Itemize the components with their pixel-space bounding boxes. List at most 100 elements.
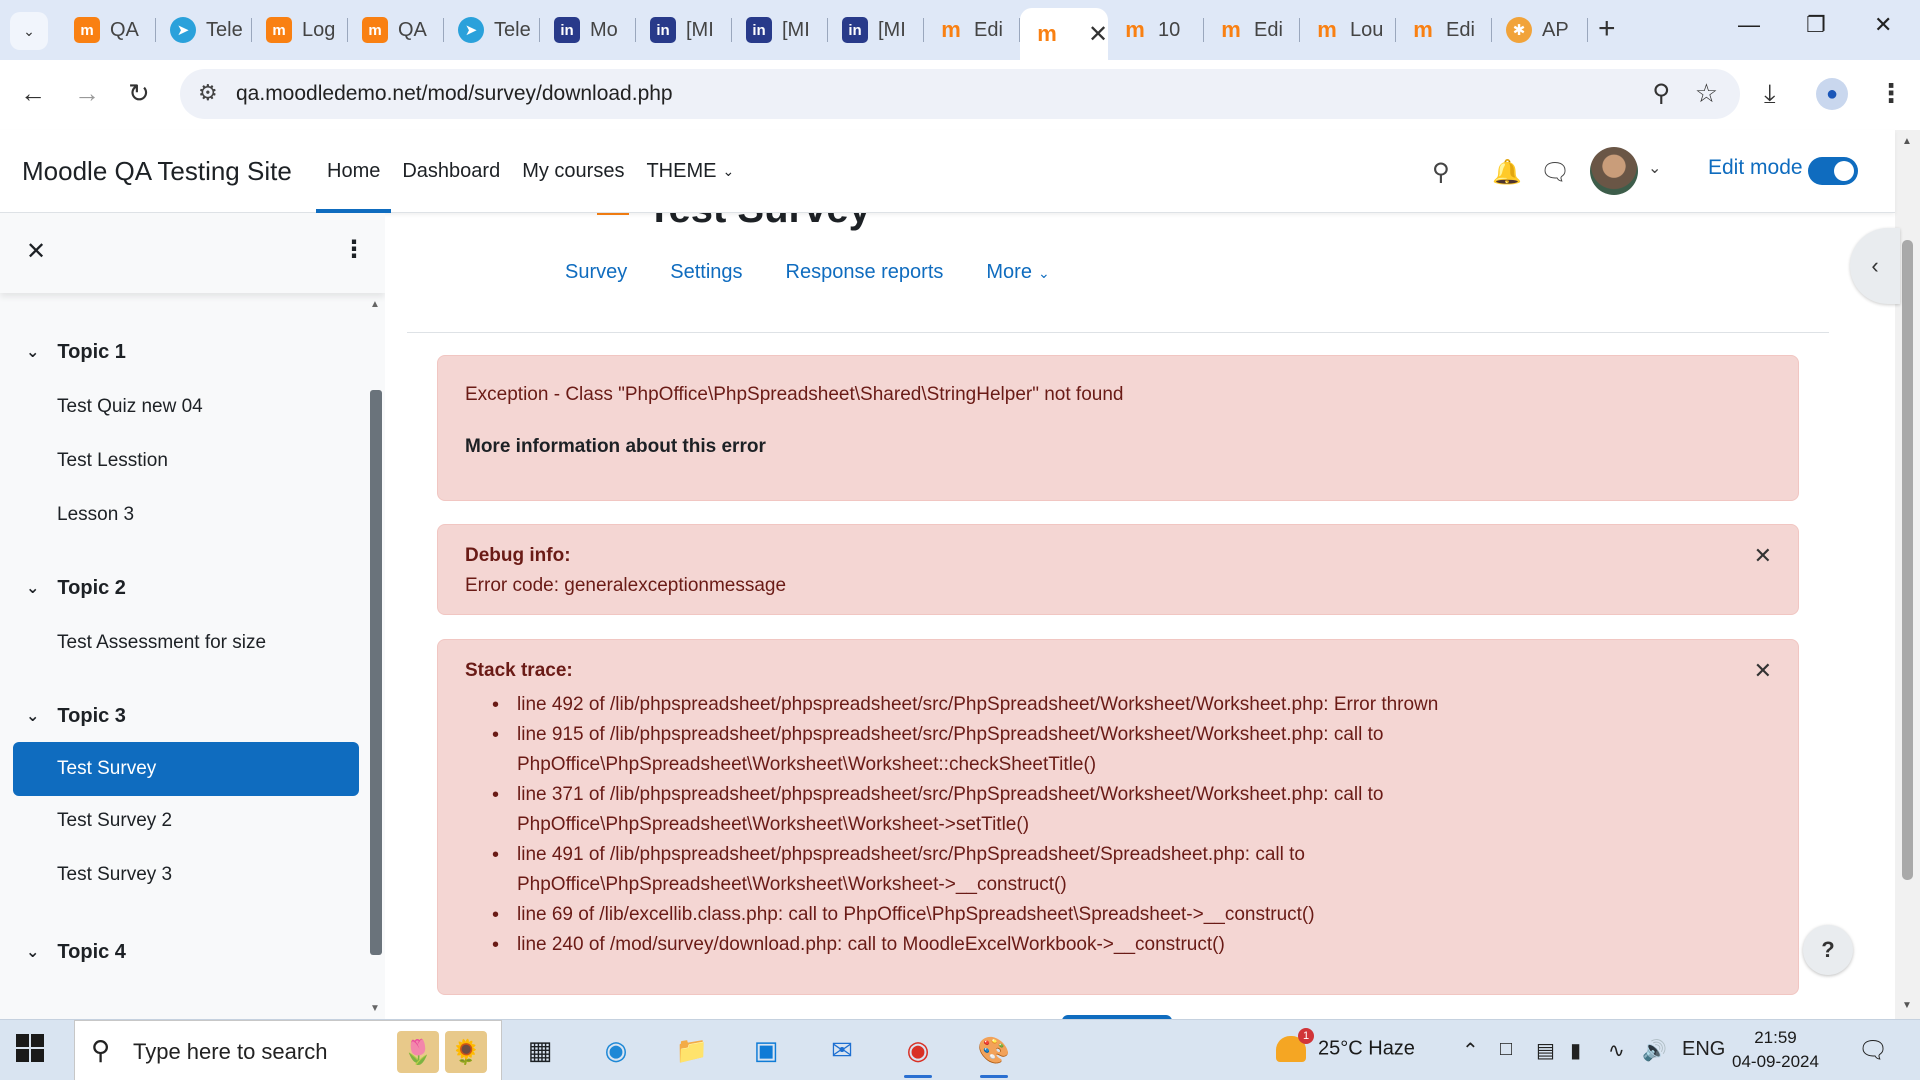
tab-more[interactable]: More ⌄ bbox=[986, 261, 1049, 284]
device-icon[interactable]: ▤ bbox=[1536, 1038, 1555, 1063]
error-message: Exception - Class "PhpOffice\PhpSpreadsh… bbox=[465, 384, 1124, 405]
kebab-menu-icon[interactable]: ⋮ bbox=[342, 235, 366, 264]
file-explorer-icon[interactable]: 📁 bbox=[672, 1030, 712, 1070]
nav-dashboard[interactable]: Dashboard bbox=[391, 130, 511, 213]
edit-mode-toggle[interactable] bbox=[1808, 157, 1858, 185]
notifications-bell-icon[interactable]: 🔔 bbox=[1492, 158, 1522, 187]
moodle-cap-favicon-icon: m bbox=[1317, 17, 1337, 42]
tab-label: [MI bbox=[686, 18, 714, 41]
scroll-up-arrow-icon[interactable]: ▲ bbox=[1902, 136, 1912, 147]
site-name[interactable]: Moodle QA Testing Site bbox=[22, 156, 292, 187]
language-indicator[interactable]: ENG bbox=[1682, 1038, 1725, 1061]
browser-tab[interactable]: m QA bbox=[348, 10, 444, 50]
url-text[interactable]: qa.moodledemo.net/mod/survey/download.ph… bbox=[236, 82, 673, 106]
chevron-up-icon[interactable]: ⌃ bbox=[1462, 1038, 1479, 1063]
browser-tab[interactable]: ➤ Tele bbox=[156, 10, 252, 50]
browser-tab[interactable]: ✱ AP bbox=[1492, 10, 1588, 50]
chevron-down-icon[interactable]: ⌄ bbox=[1648, 158, 1661, 178]
stack-trace-item: line 371 of /lib/phpspreadsheet/phpsprea… bbox=[492, 780, 1752, 840]
more-info-link[interactable]: More information about this error bbox=[465, 436, 766, 458]
close-icon[interactable]: ✕ bbox=[1754, 658, 1772, 684]
topic-3-header[interactable]: ⌄ Topic 3 bbox=[26, 701, 126, 731]
nav-my-courses[interactable]: My courses bbox=[511, 130, 635, 213]
minimize-button[interactable]: — bbox=[1738, 12, 1760, 38]
topic-name: Topic 2 bbox=[57, 576, 126, 599]
browser-tab[interactable]: m 10 bbox=[1108, 10, 1204, 50]
close-icon[interactable]: ✕ bbox=[26, 237, 46, 266]
browser-tab[interactable]: in [MI bbox=[732, 10, 828, 50]
windows-start-icon[interactable] bbox=[16, 1034, 44, 1062]
download-icon[interactable]: ⤓ bbox=[1764, 78, 1776, 110]
restore-button[interactable]: ❐ bbox=[1806, 12, 1826, 38]
topic-1-header[interactable]: ⌄ Topic 1 bbox=[26, 337, 126, 367]
paint-icon[interactable]: 🎨 bbox=[974, 1030, 1014, 1078]
search-icon[interactable]: ⚲ bbox=[1432, 158, 1450, 187]
course-index-item[interactable]: Test Quiz new 04 bbox=[57, 396, 203, 418]
meet-now-icon[interactable]: □ bbox=[1500, 1038, 1512, 1061]
nav-theme[interactable]: THEME ⌄ bbox=[635, 130, 745, 213]
volume-icon[interactable]: 🔊 bbox=[1642, 1038, 1667, 1063]
nav-home[interactable]: Home bbox=[316, 130, 392, 213]
taskbar-search-box[interactable]: ⚲ Type here to search 🌷 🌻 bbox=[74, 1020, 502, 1080]
browser-tab[interactable]: m Edi bbox=[1204, 10, 1300, 50]
browser-tab[interactable]: m Lou bbox=[1300, 10, 1396, 50]
telegram-favicon-icon: ➤ bbox=[170, 17, 196, 43]
course-index-item[interactable]: Lesson 3 bbox=[57, 504, 134, 526]
tab-search-button[interactable]: ⌄ bbox=[10, 12, 48, 50]
scrollbar-thumb[interactable] bbox=[1902, 240, 1913, 880]
tab-response-reports[interactable]: Response reports bbox=[786, 261, 944, 284]
reload-button[interactable]: ↻ bbox=[128, 78, 150, 109]
topic-2-header[interactable]: ⌄ Topic 2 bbox=[26, 573, 126, 603]
site-settings-icon[interactable]: ⚙ bbox=[198, 80, 218, 106]
scroll-down-arrow-icon[interactable]: ▼ bbox=[1902, 1000, 1912, 1011]
forward-button[interactable]: → bbox=[74, 78, 100, 109]
new-tab-button[interactable]: + bbox=[1598, 12, 1616, 46]
browser-menu-icon[interactable]: ⋮ bbox=[1878, 78, 1904, 109]
browser-tab[interactable]: m Edi bbox=[924, 10, 1020, 50]
browser-tab-active[interactable]: m ✕ bbox=[1020, 8, 1108, 60]
topic-4-header[interactable]: ⌄ Topic 4 bbox=[26, 937, 126, 967]
course-index-item-active[interactable]: Test Survey bbox=[13, 742, 359, 796]
notification-center-icon[interactable]: 🗨 bbox=[1858, 1036, 1888, 1065]
in-favicon-icon: in bbox=[842, 17, 868, 43]
omnibox[interactable]: ⚙ qa.moodledemo.net/mod/survey/download.… bbox=[180, 69, 1740, 119]
window-close-button[interactable]: ✕ bbox=[1874, 12, 1892, 38]
help-button[interactable]: ? bbox=[1803, 925, 1853, 975]
course-index-item[interactable]: Test Survey 3 bbox=[57, 864, 172, 886]
address-bar: ← → ↻ ⚙ qa.moodledemo.net/mod/survey/dow… bbox=[0, 60, 1920, 130]
course-index-item[interactable]: Test Lesstion bbox=[57, 450, 168, 472]
tab-label: QA bbox=[398, 18, 427, 41]
messages-icon[interactable]: 🗨 bbox=[1540, 158, 1570, 187]
browser-tab[interactable]: in [MI bbox=[828, 10, 924, 50]
browser-tab[interactable]: ➤ Tele bbox=[444, 10, 540, 50]
browser-tab[interactable]: m Log bbox=[252, 10, 348, 50]
close-tab-icon[interactable]: ✕ bbox=[1088, 20, 1108, 49]
microsoft-store-icon[interactable]: ▣ bbox=[746, 1030, 786, 1070]
course-index-item[interactable]: Test Survey 2 bbox=[57, 810, 172, 832]
wifi-icon[interactable]: ∿ bbox=[1608, 1038, 1625, 1063]
scroll-down-arrow-icon[interactable]: ▼ bbox=[370, 1003, 380, 1014]
browser-tab[interactable]: in Mo bbox=[540, 10, 636, 50]
zoom-icon[interactable]: ⚲ bbox=[1652, 79, 1670, 108]
browser-profile-icon[interactable]: ● bbox=[1816, 78, 1848, 110]
weather-widget[interactable]: 1 25°C Haze bbox=[1276, 1028, 1415, 1062]
browser-tab[interactable]: m Edi bbox=[1396, 10, 1492, 50]
task-view-icon[interactable]: ▦ bbox=[520, 1030, 560, 1070]
browser-tab[interactable]: in [MI bbox=[636, 10, 732, 50]
tab-survey[interactable]: Survey bbox=[565, 261, 627, 284]
battery-icon[interactable]: ▮ bbox=[1570, 1038, 1581, 1063]
stack-trace-line-cont: PhpOffice\PhpSpreadsheet\Worksheet\Works… bbox=[517, 874, 1067, 895]
close-icon[interactable]: ✕ bbox=[1754, 543, 1772, 569]
system-clock[interactable]: 21:59 04-09-2024 bbox=[1732, 1026, 1819, 1074]
edge-browser-icon[interactable]: ◉ bbox=[596, 1030, 636, 1070]
chrome-icon[interactable]: ◉ bbox=[898, 1030, 938, 1078]
course-index-item[interactable]: Test Assessment for size bbox=[57, 632, 266, 654]
browser-tab[interactable]: m QA bbox=[60, 10, 156, 50]
back-button[interactable]: ← bbox=[20, 78, 46, 109]
tab-settings[interactable]: Settings bbox=[670, 261, 742, 284]
drawer-scrollbar[interactable] bbox=[370, 390, 382, 955]
bookmark-star-icon[interactable]: ☆ bbox=[1695, 78, 1718, 109]
user-avatar[interactable] bbox=[1590, 147, 1638, 195]
scroll-up-arrow-icon[interactable]: ▲ bbox=[370, 299, 380, 310]
mail-icon[interactable]: ✉ bbox=[822, 1030, 862, 1070]
